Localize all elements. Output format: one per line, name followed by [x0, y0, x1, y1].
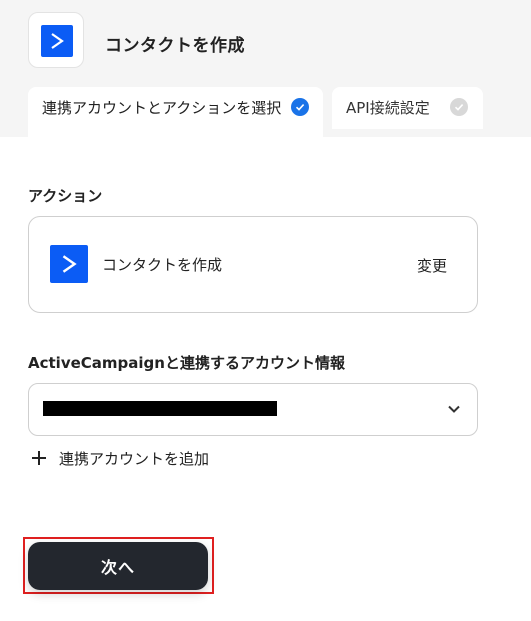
action-name: コンタクトを作成: [102, 256, 223, 274]
redacted-account-value: redacted account: [43, 401, 277, 416]
next-button[interactable]: 次へ: [28, 542, 208, 590]
account-select[interactable]: redacted account: [28, 383, 478, 436]
plus-icon: [32, 451, 46, 465]
add-account-button[interactable]: 連携アカウントを追加: [31, 447, 209, 469]
page-title: コンタクトを作成: [105, 36, 245, 56]
tab-api-settings[interactable]: API接続設定: [332, 87, 483, 129]
account-section-label: ActiveCampaignと連携するアカウント情報: [28, 354, 345, 372]
check-circle-icon: [291, 98, 309, 116]
app-icon-container: [28, 12, 84, 68]
tab-account-and-action[interactable]: 連携アカウントとアクションを選択: [28, 87, 323, 137]
activecampaign-logo-icon: [41, 25, 73, 57]
activecampaign-logo-icon: [50, 245, 88, 283]
tab-label: 連携アカウントとアクションを選択: [42, 99, 282, 117]
action-section-label: アクション: [28, 187, 103, 205]
check-circle-icon: [450, 98, 468, 116]
action-card: コンタクトを作成 変更: [28, 216, 478, 313]
change-action-button[interactable]: 変更: [417, 255, 447, 276]
tab-label: API接続設定: [346, 99, 430, 117]
chevron-down-icon: [448, 405, 460, 413]
add-account-label: 連携アカウントを追加: [59, 449, 210, 468]
